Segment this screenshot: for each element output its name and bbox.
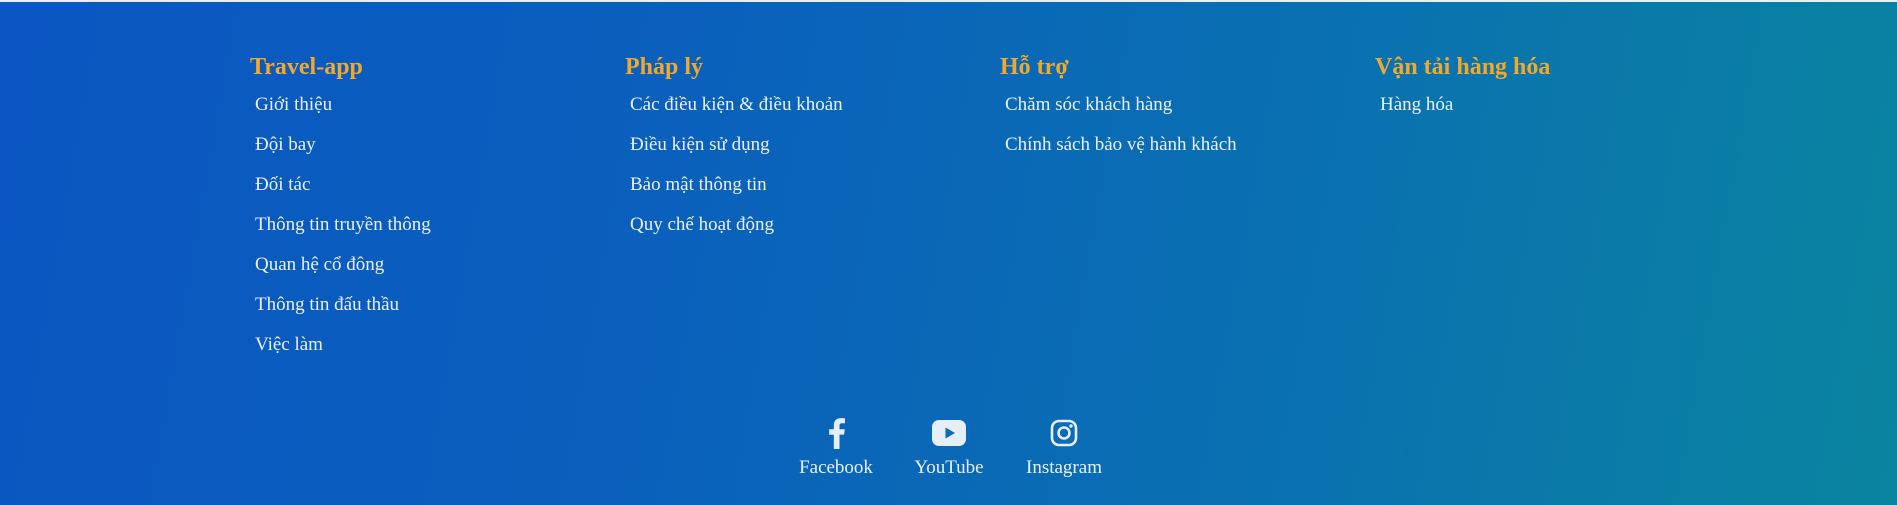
list-item: Các điều kiện & điều khoản (625, 92, 1000, 132)
youtube-icon (931, 415, 967, 451)
footer-link-bao-mat-thong-tin[interactable]: Bảo mật thông tin (625, 172, 767, 198)
footer-link-dieu-kien-su-dung[interactable]: Điều kiện sử dụng (625, 132, 770, 158)
column-title: Vận tải hàng hóa (1375, 54, 1551, 80)
footer-link-viec-lam[interactable]: Việc làm (250, 332, 323, 358)
list-item: Thông tin đấu thầu (250, 292, 625, 332)
footer-link-doi-bay[interactable]: Đội bay (250, 132, 316, 158)
facebook-label: Facebook (799, 457, 873, 478)
list-item: Việc làm (250, 332, 625, 372)
instagram-icon (1046, 415, 1082, 451)
site-footer: Travel-app Giới thiệu Đội bay Đối tác Th… (0, 0, 1897, 505)
footer-link-chinh-sach-bao-ve[interactable]: Chính sách bảo vệ hành khách (1000, 132, 1237, 158)
list-item: Điều kiện sử dụng (625, 132, 1000, 172)
footer-link-dieu-kien-dieu-khoan[interactable]: Các điều kiện & điều khoản (625, 92, 843, 118)
list-item: Bảo mật thông tin (625, 172, 1000, 212)
link-list: Hàng hóa (1375, 92, 1750, 132)
list-item: Chăm sóc khách hàng (1000, 92, 1375, 132)
social-links: Facebook YouTube Instagram (780, 415, 1122, 495)
list-item: Đối tác (250, 172, 625, 212)
list-item: Đội bay (250, 132, 625, 172)
list-item: Thông tin truyền thông (250, 212, 625, 252)
list-item: Giới thiệu (250, 92, 625, 132)
column-title: Travel-app (250, 54, 363, 80)
list-item: Chính sách bảo vệ hành khách (1000, 132, 1375, 172)
footer-link-thong-tin-dau-thau[interactable]: Thông tin đấu thầu (250, 292, 399, 318)
footer-column-van-tai-hang-hoa: Vận tải hàng hóa Hàng hóa (1375, 50, 1750, 372)
footer-link-quy-che-hoat-dong[interactable]: Quy chế hoạt động (625, 212, 774, 238)
footer-link-hang-hoa[interactable]: Hàng hóa (1375, 92, 1453, 118)
list-item: Quy chế hoạt động (625, 212, 1000, 252)
footer-link-thong-tin-truyen-thong[interactable]: Thông tin truyền thông (250, 212, 431, 238)
footer-column-phap-ly: Pháp lý Các điều kiện & điều khoản Điều … (625, 50, 1000, 372)
footer-link-cham-soc-khach-hang[interactable]: Chăm sóc khách hàng (1000, 92, 1172, 118)
footer-link-gioi-thieu[interactable]: Giới thiệu (250, 92, 332, 118)
footer-column-ho-tro: Hỗ trợ Chăm sóc khách hàng Chính sách bả… (1000, 50, 1375, 372)
youtube-label: YouTube (914, 457, 984, 478)
facebook-link[interactable]: Facebook (780, 415, 892, 495)
facebook-icon (818, 415, 854, 451)
link-list: Giới thiệu Đội bay Đối tác Thông tin tru… (250, 92, 625, 372)
youtube-link[interactable]: YouTube (892, 415, 1006, 495)
link-list: Các điều kiện & điều khoản Điều kiện sử … (625, 92, 1000, 252)
instagram-label: Instagram (1026, 457, 1102, 478)
footer-link-quan-he-co-dong[interactable]: Quan hệ cổ đông (250, 252, 384, 278)
column-title: Hỗ trợ (1000, 54, 1069, 80)
footer-column-travel-app: Travel-app Giới thiệu Đội bay Đối tác Th… (250, 50, 625, 372)
footer-columns: Travel-app Giới thiệu Đội bay Đối tác Th… (250, 50, 1750, 372)
footer-link-doi-tac[interactable]: Đối tác (250, 172, 310, 198)
column-title: Pháp lý (625, 54, 704, 80)
link-list: Chăm sóc khách hàng Chính sách bảo vệ hà… (1000, 92, 1375, 172)
instagram-link[interactable]: Instagram (1006, 415, 1122, 495)
list-item: Quan hệ cổ đông (250, 252, 625, 292)
list-item: Hàng hóa (1375, 92, 1750, 132)
